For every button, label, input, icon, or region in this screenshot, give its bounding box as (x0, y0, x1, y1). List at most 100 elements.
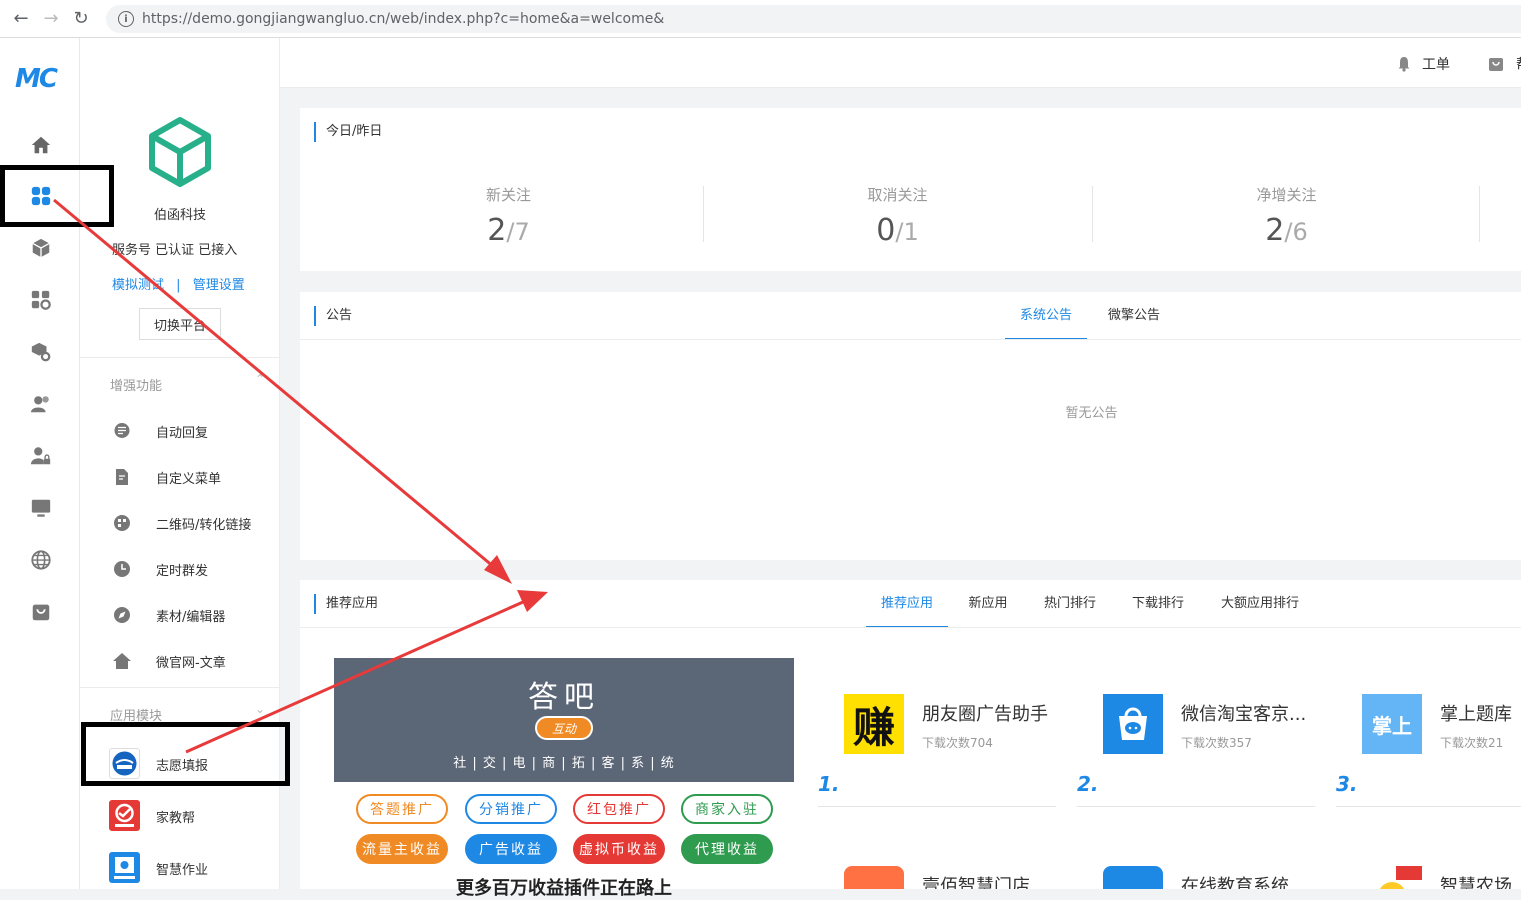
stat-label: 净增关注 (1256, 186, 1317, 204)
clock-icon (112, 559, 132, 579)
manage-settings-link[interactable]: 管理设置 (193, 278, 245, 293)
tab-recommended[interactable]: 推荐应用 (866, 580, 948, 628)
chevron-down-icon[interactable]: ⌄ (255, 702, 265, 716)
site-info-icon[interactable]: i (118, 11, 134, 27)
app-name: 微信淘宝客京... (1181, 704, 1307, 725)
app-downloads: 下载次数704 (922, 736, 993, 750)
tab-large-app-rank[interactable]: 大额应用排行 (1208, 580, 1312, 628)
app-item[interactable]: 掌上 掌上题库 下载次数21 3. (1336, 694, 1521, 814)
menu-item-scheduled-send[interactable]: 定时群发 (80, 549, 280, 589)
reload-icon[interactable]: ↻ (66, 4, 96, 34)
stat-value: 2/6 (1092, 213, 1481, 248)
app-item[interactable]: 微信淘宝客京... 下载次数357 2. (1077, 694, 1343, 814)
account-logo (144, 116, 216, 192)
bag-icon[interactable] (28, 599, 54, 625)
address-bar[interactable]: i https://demo.gongjiangwangluo.cn/web/i… (106, 5, 1521, 33)
simulate-test-link[interactable]: 模拟测试 (112, 278, 164, 293)
app-name: 朋友圈广告助手 (922, 704, 1048, 725)
divider (1336, 806, 1521, 807)
forward-icon[interactable]: → (36, 4, 66, 34)
module-item-tutor[interactable]: 家教帮 (80, 796, 280, 836)
menu-label: 素材/编辑器 (156, 609, 226, 625)
bag-icon (1488, 56, 1504, 72)
banner-header: 答吧 互动 社 | 交 | 电 | 商 | 拓 | 客 | 系 | 统 (334, 658, 794, 782)
box-settings-icon[interactable] (28, 339, 54, 365)
account-links: 模拟测试 | 管理设置 (112, 274, 245, 293)
tab-system-notice[interactable]: 系统公告 (1005, 292, 1087, 340)
tab-new-apps[interactable]: 新应用 (954, 580, 1022, 628)
banner-badge: 互动 (535, 716, 593, 740)
menu-label: 自定义菜单 (156, 471, 222, 487)
switch-platform-button[interactable]: 切换平台 (139, 308, 221, 340)
stat-yesterday: 1 (903, 218, 919, 246)
tab-download-rank[interactable]: 下载排行 (1122, 580, 1194, 628)
app-rank: 2. (1077, 772, 1099, 796)
url-text: https://demo.gongjiangwangluo.cn/web/ind… (142, 11, 665, 27)
homework-app-icon (109, 852, 140, 883)
divider (818, 806, 1056, 807)
monitor-icon[interactable] (28, 495, 54, 521)
pill-redpacket-promo: 红包推广 (573, 794, 665, 824)
pill-distribution-promo: 分销推广 (465, 794, 557, 824)
promo-banner[interactable]: 答吧 互动 社 | 交 | 电 | 商 | 拓 | 客 | 系 | 统 答题推广… (334, 658, 794, 899)
help-button[interactable]: 帮 (1488, 54, 1521, 74)
tutor-app-icon (109, 800, 140, 831)
app-item[interactable]: 智慧农场 (1362, 866, 1521, 889)
pill-merchant-join: 商家入驻 (681, 794, 773, 824)
app-item[interactable]: 赚 朋友圈广告助手 下载次数704 1. (818, 694, 1084, 814)
app-item[interactable]: 壹佰智慧门店... (844, 866, 1084, 889)
menu-item-custom-menu[interactable]: 自定义菜单 (80, 457, 280, 497)
cube-icon[interactable] (28, 235, 54, 261)
app-downloads: 下载次数357 (1181, 736, 1252, 750)
bell-icon (1396, 56, 1412, 72)
home-icon (112, 651, 132, 671)
user-lock-icon[interactable] (28, 443, 54, 469)
menu-item-material-editor[interactable]: 素材/编辑器 (80, 595, 280, 635)
stat-yesterday: 6 (1292, 218, 1308, 246)
tab-hot-rank[interactable]: 热门排行 (1032, 580, 1108, 628)
banner-title: 答吧 (528, 680, 600, 715)
ticket-button[interactable]: 工单 (1396, 54, 1450, 74)
pill-ad-income: 广告收益 (465, 834, 557, 864)
pill-virtual-coin-income: 虚拟币收益 (573, 834, 665, 864)
notice-card: 公告 系统公告 微擎公告 暂无公告 (300, 292, 1521, 560)
empty-notice-text: 暂无公告 (1065, 406, 1118, 421)
menu-label: 家教帮 (156, 810, 196, 826)
globe-icon[interactable] (28, 547, 54, 573)
annotation-box (81, 722, 290, 786)
stat-value: 0/1 (703, 213, 1092, 248)
pill-quiz-promo: 答题推广 (356, 794, 448, 824)
stat-new-follow: 新关注 2/7 (314, 184, 703, 248)
chat-icon (112, 421, 132, 441)
menu-item-micro-site[interactable]: 微官网-文章 (80, 641, 280, 681)
app-thumb: 掌上 (1362, 694, 1422, 754)
divider (1479, 186, 1480, 242)
menu-label: 自动回复 (156, 425, 209, 441)
back-icon[interactable]: ← (6, 4, 36, 34)
menu-label: 微官网-文章 (156, 655, 226, 671)
stat-today: 0 (876, 213, 896, 248)
tab-weiqing-notice[interactable]: 微擎公告 (1093, 292, 1175, 340)
stat-net-follow: 净增关注 2/6 (1092, 184, 1481, 248)
menu-item-auto-reply[interactable]: 自动回复 (80, 411, 280, 451)
qrcode-icon (112, 513, 132, 533)
money-icon: 赚 (852, 702, 895, 752)
logo[interactable]: MC (15, 64, 58, 94)
app-rank: 3. (1336, 772, 1358, 796)
app-thumb (1362, 866, 1422, 889)
account-status: 服务号 已认证 已接入 (112, 243, 238, 258)
compass-icon (112, 605, 132, 625)
banner-subtitle: 社 | 交 | 电 | 商 | 拓 | 客 | 系 | 统 (453, 756, 675, 771)
divider (80, 687, 280, 688)
menu-item-qrcode[interactable]: 二维码/转化链接 (80, 503, 280, 543)
link-separator: | (176, 278, 181, 293)
app-name: 掌上题库 (1440, 704, 1512, 725)
app-item[interactable]: 在线教育系统 (1103, 866, 1343, 889)
chevron-up-icon[interactable]: ⌃ (255, 372, 265, 386)
stat-yesterday: 7 (514, 218, 530, 246)
users-icon[interactable] (28, 391, 54, 417)
grid-settings-icon[interactable] (28, 287, 54, 313)
divider (300, 627, 1521, 628)
home-icon[interactable] (28, 132, 54, 158)
module-item-homework[interactable]: 智慧作业 (80, 848, 280, 888)
